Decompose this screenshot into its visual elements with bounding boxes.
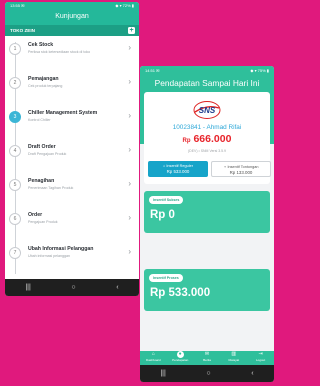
regular-incentive-label: ⌂ Insentif Reguler: [163, 164, 193, 168]
system-nav-bar: ||| ○ ‹: [140, 365, 274, 382]
regular-incentive-button[interactable]: ⌂ Insentif Reguler Rp 533.000: [148, 161, 208, 177]
menu-item-title: Cek Stock: [28, 42, 54, 48]
home-button[interactable]: ○: [71, 284, 75, 291]
nav-berita[interactable]: ✉ Berita: [194, 351, 220, 365]
success-incentive-panel: Insentif Sukses Rp 0: [144, 191, 270, 233]
currency-prefix: Rp: [182, 138, 191, 144]
visit-menu-list: 1 Cek Stock Periksa stok ketersediaan st…: [5, 36, 139, 279]
total-income-value: 666.000: [193, 133, 232, 145]
success-incentive-value: Rp 0: [150, 209, 175, 221]
process-incentive-panel: Insentif Proses Rp 533.000: [144, 269, 270, 311]
back-button[interactable]: ‹: [116, 284, 118, 291]
regular-incentive-value: Rp 533.000: [166, 169, 190, 174]
chevron-right-icon: ›: [128, 43, 131, 52]
recent-apps-button[interactable]: |||: [25, 284, 30, 291]
chevron-right-icon: ›: [128, 111, 131, 120]
nav-logout[interactable]: ⇥ Logout: [248, 351, 274, 365]
step-number: 5: [9, 179, 21, 191]
tontongan-incentive-label: ♆ Insentif Tontongan: [223, 165, 259, 169]
nav-label: Riwayat: [228, 358, 240, 362]
menu-item-subtitle: Draft Pengajuan Produk: [28, 151, 67, 156]
step-number: 6: [9, 213, 21, 225]
total-income: Rp 666.000: [144, 133, 270, 145]
chevron-right-icon: ›: [128, 77, 131, 86]
home-button[interactable]: ○: [206, 370, 210, 377]
page-title: Kunjungan: [5, 9, 139, 25]
home-icon: ⌂: [151, 351, 155, 357]
menu-item-cek-stock[interactable]: 1 Cek Stock Periksa stok ketersediaan st…: [5, 38, 139, 60]
menu-item-title: Pemajangan: [28, 76, 59, 82]
status-time: 14:51 ✉: [145, 68, 160, 73]
store-bar: TOKO ZEIN +: [5, 25, 139, 36]
nav-label: Logout: [255, 358, 266, 362]
system-nav-bar: ||| ○ ‹: [5, 279, 139, 296]
add-icon[interactable]: +: [128, 27, 135, 34]
nav-label: Pendapatan: [172, 358, 189, 362]
nav-dashboard[interactable]: ⌂ Dashboard: [140, 351, 166, 365]
step-number: 7: [9, 247, 21, 259]
process-incentive-value: Rp 533.000: [150, 287, 211, 299]
phone-visit-screen: 13:55 ✉ ◆ ▾ 72% ▮ Kunjungan TOKO ZEIN + …: [5, 2, 139, 296]
salesman-id: 10023841 - Ahmad Rifai: [172, 124, 242, 131]
logout-icon: ⇥: [258, 351, 263, 357]
success-incentive-label: Insentif Sukses: [149, 196, 184, 204]
chevron-right-icon: ›: [128, 179, 131, 188]
logo-text: SNS: [199, 106, 216, 115]
nav-riwayat[interactable]: ▥ Riwayat: [221, 351, 247, 365]
menu-item-draft-order[interactable]: 4 Draft Order Draft Pengajuan Produk ›: [5, 140, 139, 162]
sns-logo: SNS: [193, 101, 221, 119]
status-time: 13:55 ✉: [10, 3, 25, 8]
step-number: 1: [9, 43, 21, 55]
app-version: (DEV) • SNM Versi 3.5.9: [188, 149, 226, 153]
tontongan-incentive-button[interactable]: ♆ Insentif Tontongan Rp 133.000: [211, 161, 271, 177]
step-number: 2: [9, 77, 21, 89]
bottom-nav: ⌂ Dashboard ● Pendapatan ✉ Berita ▥ Riwa…: [140, 351, 274, 365]
status-bar: 14:51 ✉ ◆ ▾ 75% ▮: [140, 66, 274, 75]
menu-item-subtitle: Kontrol Chiller: [28, 117, 51, 122]
store-name: TOKO ZEIN: [10, 28, 35, 33]
chevron-right-icon: ›: [128, 213, 131, 222]
nav-pendapatan[interactable]: ● Pendapatan: [167, 351, 193, 365]
chevron-right-icon: ›: [128, 145, 131, 154]
tontongan-incentive-value: Rp 133.000: [229, 170, 253, 175]
menu-item-chiller[interactable]: 3 Chiller Management System Kontrol Chil…: [5, 106, 139, 128]
nav-label: Berita: [203, 358, 211, 362]
nav-label: Dashboard: [146, 358, 161, 362]
menu-item-title: Order: [28, 212, 43, 218]
news-icon: ✉: [204, 351, 210, 357]
income-icon: ●: [176, 351, 184, 358]
step-number: 3: [9, 111, 21, 123]
menu-item-subtitle: Penerimaan Tagihan Produk: [28, 185, 74, 190]
menu-item-order[interactable]: 6 Order Pengajuan Produk ›: [5, 208, 139, 230]
history-icon: ▥: [231, 351, 237, 357]
page-title: Pendapatan Sampai Hari Ini: [154, 78, 260, 88]
menu-item-subtitle: Periksa stok ketersediaan stock di toko: [28, 49, 91, 54]
menu-item-title: Ubah Informasi Pelanggan: [28, 246, 94, 252]
process-incentive-label: Insentif Proses: [149, 274, 183, 282]
step-number: 4: [9, 145, 21, 157]
menu-item-subtitle: Ubah informasi pelanggan: [28, 253, 70, 258]
menu-item-ubah-informasi[interactable]: 7 Ubah Informasi Pelanggan Ubah informas…: [5, 242, 139, 264]
income-summary-card: SNS 10023841 - Ahmad Rifai Rp 666.000 (D…: [144, 92, 271, 184]
recent-apps-button[interactable]: |||: [160, 370, 165, 377]
menu-item-pemajangan[interactable]: 2 Pemajangan Cek produk terpajang ›: [5, 72, 139, 94]
status-icons: ◆ ▾ 72% ▮: [115, 3, 134, 8]
menu-item-title: Chiller Management System: [28, 110, 98, 116]
back-button[interactable]: ‹: [251, 370, 253, 377]
menu-item-title: Draft Order: [28, 144, 56, 150]
status-icons: ◆ ▾ 75% ▮: [250, 68, 269, 73]
chevron-right-icon: ›: [128, 247, 131, 256]
status-bar: 13:55 ✉ ◆ ▾ 72% ▮: [5, 2, 139, 9]
phone-income-screen: 14:51 ✉ ◆ ▾ 75% ▮ Pendapatan Sampai Hari…: [140, 66, 274, 382]
menu-item-subtitle: Cek produk terpajang: [28, 83, 63, 88]
menu-item-penagihan[interactable]: 5 Penagihan Penerimaan Tagihan Produk ›: [5, 174, 139, 196]
menu-item-subtitle: Pengajuan Produk: [28, 219, 58, 224]
menu-item-title: Penagihan: [28, 178, 55, 184]
